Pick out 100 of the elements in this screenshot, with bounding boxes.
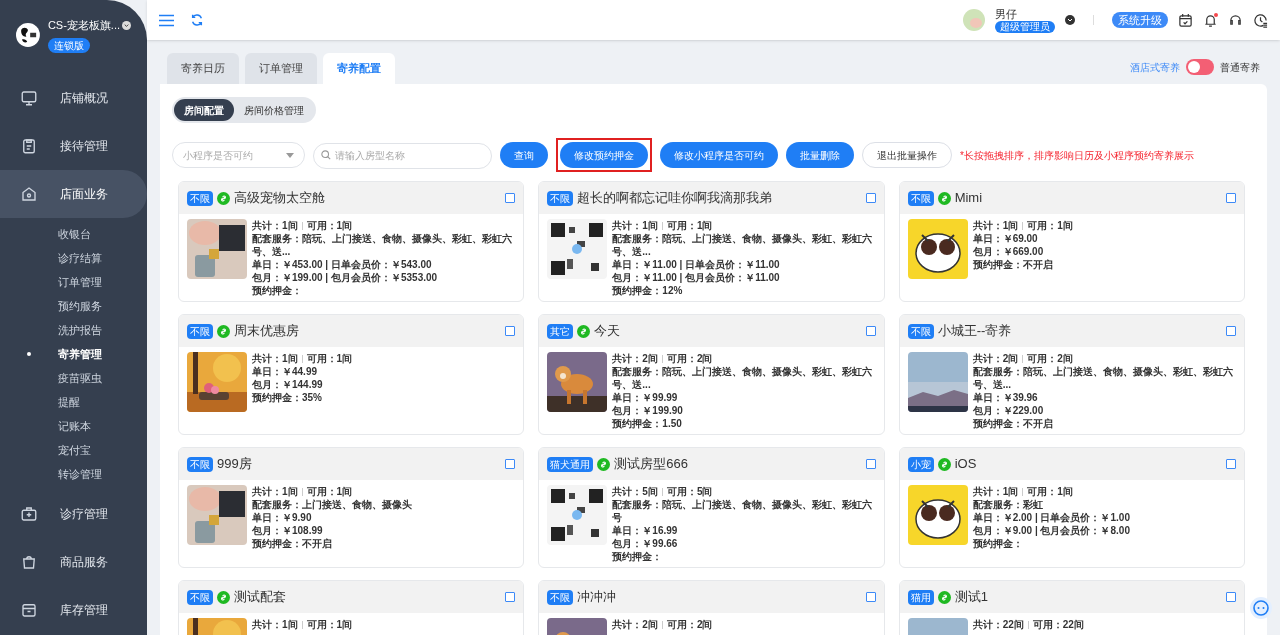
sidebar-item[interactable]: 店面业务 — [0, 170, 147, 218]
sidebar-item[interactable]: 接待管理 — [0, 122, 147, 170]
sidebar-item[interactable]: 诊疗管理 — [0, 490, 147, 538]
room-name: iOS — [954, 455, 977, 474]
hint-text: *长按拖拽排序，排序影响日历及小程序预约寄养展示 — [960, 148, 1194, 163]
submenu-item[interactable]: 提醒 — [0, 390, 147, 414]
checkbox[interactable] — [1226, 592, 1236, 602]
checkbox[interactable] — [1226, 459, 1236, 469]
submenu-item[interactable]: 记账本 — [0, 414, 147, 438]
total-count: 共计：1间 — [252, 485, 298, 498]
segment-tab[interactable]: 房间价格管理 — [234, 99, 314, 121]
room-card[interactable]: 不限 999房 共计：1间 可用：1间 配套服务：上门接送、食物、摄像头 单日：￥9.90 包月：￥108.99 预约押金：不开启 — [178, 447, 525, 568]
refresh-icon[interactable] — [190, 13, 204, 27]
room-card[interactable]: 不限 小城王--寄养 共计：2间 可用：2间 配套服务：陪玩、上门接送、食物、摄像头、彩虹、彩虹六号、送... 单日：￥39.96 包月：￥229.00 预约押金：不开启 — [898, 314, 1245, 435]
link-icon — [937, 590, 951, 604]
checkbox[interactable] — [1226, 193, 1236, 203]
room-name: 999房 — [217, 455, 252, 474]
store-name: CS-宠老板旗... — [47, 18, 120, 34]
headset-icon[interactable] — [1228, 12, 1243, 28]
submenu-item[interactable]: 寄养管理 — [0, 342, 147, 366]
link-icon — [597, 457, 611, 471]
toggle-label: 酒店式寄养 — [1130, 60, 1180, 75]
checkbox[interactable] — [505, 592, 516, 602]
room-detail: 单日：￥99.99 — [612, 391, 679, 404]
checkbox[interactable] — [505, 193, 516, 203]
sidebar-item[interactable]: 商品服务 — [0, 538, 147, 586]
tab[interactable]: 订单管理 — [245, 53, 317, 84]
submenu-item[interactable]: 转诊管理 — [0, 462, 147, 486]
action-button[interactable]: 查询 — [500, 142, 548, 168]
room-detail: 预约押金： — [252, 284, 303, 297]
checkbox[interactable] — [865, 592, 876, 602]
mode-switch[interactable] — [1186, 59, 1214, 75]
tab[interactable]: 寄养日历 — [167, 53, 239, 84]
total-count: 共计：2间 — [612, 352, 658, 365]
submenu-item[interactable]: 预约服务 — [0, 294, 147, 318]
submenu-item[interactable]: 疫苗驱虫 — [0, 366, 147, 390]
tag: 猫犬通用 — [547, 456, 594, 472]
room-detail: 包月：￥9.00 | 包月会员价：￥8.00 — [972, 524, 1131, 537]
room-detail: 配套服务：陪玩、上门接送、食物、摄像头、彩虹、彩虹六号 — [612, 498, 874, 524]
checkbox[interactable] — [865, 193, 876, 203]
tag: 不限 — [187, 190, 213, 206]
room-detail: 单日：￥44.99 — [252, 365, 319, 378]
room-detail: 单日：￥16.99 — [612, 524, 679, 537]
tag: 不限 — [907, 323, 934, 339]
room-card[interactable]: 不限 冲冲冲 共计：2间 可用：2间 — [538, 580, 885, 635]
room-card[interactable]: 不限 超长的啊都忘记哇你啊我滴那我弟 共计：1间 可用：1间 配套服务：陪玩、上门接送、食物、摄像头、彩虹、彩虹六号、送... 单日：￥11.00 | 日单会员价：￥11.00 包月：￥11.00 | 包月会员价：￥11.00 预约押金：12% — [538, 181, 885, 302]
room-name: 今天 — [594, 322, 621, 341]
checkbox[interactable] — [1226, 326, 1236, 336]
room-detail: 包月：￥199.90 — [612, 404, 684, 417]
sidebar-item[interactable]: 店铺概况 — [0, 74, 147, 122]
checkbox[interactable] — [505, 326, 516, 336]
submenu-item[interactable]: 收银台 — [0, 222, 147, 246]
search-icon — [321, 150, 331, 160]
available-count: 可用：2间 — [666, 618, 713, 631]
submenu-item[interactable]: 诊疗结算 — [0, 246, 147, 270]
available-count: 可用：2间 — [1027, 352, 1073, 365]
clock-icon[interactable] — [1253, 12, 1268, 28]
room-card[interactable]: 猫犬通用 测试房型666 共计：5间 可用：5间 配套服务：陪玩、上门接送、食物、摄像头、彩虹、彩虹六号 单日：￥16.99 包月：￥99.66 预约押金： — [538, 447, 885, 568]
submenu-item[interactable]: 洗护报告 — [0, 318, 147, 342]
chevron-down-icon[interactable] — [122, 21, 131, 30]
room-card[interactable]: 不限 Mimi 共计：1间 可用：1间 单日：￥69.00 包月：￥669.00 预约押金：不开启 — [898, 181, 1245, 302]
available-count: 可用：22间 — [1032, 618, 1084, 631]
user-name: 男仔 — [995, 7, 1018, 21]
total-count: 共计：5间 — [612, 485, 658, 498]
segment-tab[interactable]: 房间配置 — [174, 99, 234, 121]
action-button[interactable]: 退出批量操作 — [862, 142, 952, 168]
chevron-down-icon[interactable] — [1065, 15, 1075, 25]
avatar-icon — [963, 9, 985, 31]
sidebar-item[interactable]: 库存管理 — [0, 586, 147, 634]
total-count: 共计：2间 — [972, 352, 1019, 365]
chat-icon[interactable] — [1250, 597, 1272, 619]
room-detail: 预约押金：不开启 — [252, 537, 333, 550]
submenu-item[interactable]: 订单管理 — [0, 270, 147, 294]
bell-icon[interactable] — [1203, 12, 1218, 28]
bag-icon — [20, 553, 38, 571]
search-field[interactable]: 请输入房型名称 — [313, 142, 492, 169]
action-button[interactable]: 批量删除 — [786, 142, 854, 168]
tab[interactable]: 寄养配置 — [323, 53, 395, 84]
room-card[interactable]: 不限 高级宠物太空舱 共计：1间 可用：1间 配套服务：陪玩、上门接送、食物、摄像头、彩虹、彩虹六号、送... 单日：￥453.00 | 日单会员价：￥543.00 包月：￥199.00 | 包月会员价：￥5353.00 预约押金： — [178, 181, 525, 302]
tag: 不限 — [907, 190, 934, 206]
action-button[interactable]: 修改小程序是否可约 — [660, 142, 778, 168]
room-card[interactable]: 小宠 iOS 共计：1间 可用：1间 配套服务：彩虹 单日：￥2.00 | 日单会员价：￥1.00 包月：￥9.00 | 包月会员价：￥8.00 预约押金： — [898, 447, 1245, 568]
box-icon — [20, 601, 38, 619]
checkbox[interactable] — [505, 459, 516, 469]
room-card[interactable]: 不限 测试配套 共计：1间 可用：1间 — [178, 580, 525, 635]
room-detail: 配套服务：上门接送、食物、摄像头 — [252, 498, 413, 511]
tag: 小宠 — [907, 456, 934, 472]
available-count: 可用：5间 — [666, 485, 713, 498]
room-card[interactable]: 猫用 测试1 共计：22间 可用：22间 — [898, 580, 1245, 635]
room-card[interactable]: 其它 今天 共计：2间 可用：2间 配套服务：陪玩、上门接送、食物、摄像头、彩虹、彩虹六号、送... 单日：￥99.99 包月：￥199.90 预约押金：1.50 — [538, 314, 885, 435]
room-card[interactable]: 不限 周末优惠房 共计：1间 可用：1间 单日：￥44.99 包月：￥144.99 预约押金：35% — [178, 314, 525, 435]
room-name: 小城王--寄养 — [937, 322, 1012, 341]
action-button[interactable]: 修改预约押金 — [560, 142, 648, 169]
menu-icon[interactable] — [159, 13, 174, 27]
room-detail: 预约押金：1.50 — [612, 417, 683, 430]
available-count: 可用：1间 — [306, 219, 353, 232]
checkbox[interactable] — [865, 459, 876, 469]
checkbox[interactable] — [865, 326, 876, 336]
calendar-icon[interactable] — [1178, 12, 1193, 28]
submenu-item[interactable]: 宠付宝 — [0, 438, 147, 462]
